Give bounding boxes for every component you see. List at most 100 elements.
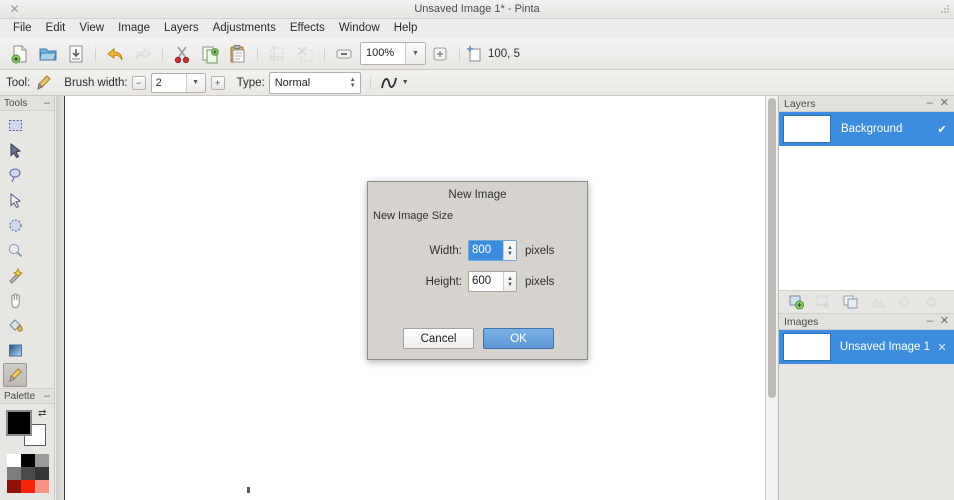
palette-dock: Palette – ⇄ (0, 388, 55, 500)
cancel-button[interactable]: Cancel (403, 328, 474, 349)
undo-icon[interactable] (101, 40, 129, 68)
canvas-vertical-scrollbar-thumb[interactable] (768, 98, 776, 398)
crop-to-selection-icon (263, 40, 291, 68)
menu-edit[interactable]: Edit (39, 19, 73, 38)
height-stepper-arrows[interactable]: ▲ ▼ (503, 272, 516, 291)
menu-window[interactable]: Window (332, 19, 387, 38)
blend-type-value: Normal (274, 76, 311, 89)
menu-adjustments[interactable]: Adjustments (206, 19, 283, 38)
palette-swatch[interactable] (7, 467, 21, 480)
menu-layers[interactable]: Layers (157, 19, 206, 38)
palette-swatch[interactable] (7, 454, 21, 467)
move-selection-tool[interactable] (3, 188, 27, 212)
toolbar-separator (162, 43, 163, 64)
layer-row-background[interactable]: Background ✔ (779, 112, 954, 146)
color-selector: ⇄ (6, 408, 54, 452)
chevron-down-icon[interactable]: ▼ (185, 73, 205, 92)
magic-wand-tool[interactable] (3, 263, 27, 287)
pan-tool[interactable] (3, 288, 27, 312)
image-row-unsaved-image-1[interactable]: Unsaved Image 1 ✕ (779, 330, 954, 364)
palette-swatch[interactable] (35, 454, 49, 467)
width-stepper-arrows[interactable]: ▲ ▼ (503, 241, 516, 260)
paste-icon[interactable] (224, 40, 252, 68)
add-layer-icon[interactable] (784, 292, 808, 312)
brush-width-label: Brush width: (64, 76, 128, 89)
palette-swatch[interactable] (35, 467, 49, 480)
primary-color-swatch[interactable] (6, 410, 32, 436)
cut-icon[interactable] (168, 40, 196, 68)
deselect-all-icon (291, 40, 319, 68)
spinner-arrows-icon[interactable]: ▲ ▼ (350, 77, 360, 89)
zoom-level-value[interactable]: 100% (361, 43, 405, 64)
brush-width-spinner[interactable]: 2 ▼ (150, 72, 206, 93)
blend-type-combobox[interactable]: Normal ▲ ▼ (268, 71, 361, 94)
title-bar: ✕ Unsaved Image 1* - Pinta (0, 0, 954, 19)
tools-panel-minimize-icon[interactable]: – (44, 97, 50, 109)
tools-panel-header: Tools – (0, 96, 54, 111)
window-resize-grip-icon[interactable] (938, 4, 950, 16)
duplicate-layer-icon[interactable] (838, 292, 862, 312)
layers-panel-title: Layers (784, 97, 816, 110)
images-panel-header: Images – ✕ (779, 314, 954, 330)
palette-panel-minimize-icon[interactable]: – (44, 390, 50, 402)
canvas-vertical-scrollbar[interactable] (765, 96, 777, 500)
height-spinner[interactable]: 600 ▲ ▼ (468, 271, 517, 292)
zoom-tool[interactable] (3, 238, 27, 262)
palette-swatch[interactable] (7, 480, 21, 493)
swap-colors-icon[interactable]: ⇄ (38, 408, 50, 420)
width-input[interactable]: 800 (469, 241, 503, 260)
layers-panel-close-icon[interactable]: ✕ (940, 98, 949, 109)
menu-file[interactable]: File (6, 19, 39, 38)
menu-view[interactable]: View (72, 19, 111, 38)
rectangle-select-tool[interactable] (3, 113, 27, 137)
images-panel-minimize-icon[interactable]: – (927, 316, 933, 327)
palette-swatch[interactable] (21, 454, 35, 467)
menu-effects[interactable]: Effects (283, 19, 332, 38)
copy-icon[interactable] (196, 40, 224, 68)
zoom-to-fit-icon[interactable] (426, 40, 454, 68)
brush-width-value[interactable]: 2 (152, 74, 186, 92)
width-field-row: Width: 800 ▲ ▼ pixels (368, 240, 587, 261)
layer-visibility-checkbox[interactable]: ✔ (934, 123, 950, 136)
toolbar-separator (257, 43, 258, 64)
tools-panel-title: Tools (4, 97, 28, 109)
move-selected-tool[interactable] (3, 138, 27, 162)
dialog-button-bar: Cancel OK (368, 328, 589, 349)
layers-action-bar (779, 290, 954, 314)
paintbrush-tool[interactable] (3, 363, 27, 387)
paintbrush-icon (37, 74, 52, 90)
ok-button[interactable]: OK (483, 328, 554, 349)
layers-panel-minimize-icon[interactable]: – (927, 98, 933, 109)
new-image-dialog: New Image New Image Size Width: 800 ▲ ▼ p… (367, 181, 588, 360)
canvas-left-edge (56, 96, 65, 500)
brush-width-decrease-button[interactable]: − (131, 75, 146, 90)
lasso-select-tool[interactable] (3, 163, 27, 187)
save-image-icon[interactable] (62, 40, 90, 68)
ellipse-select-tool[interactable] (3, 213, 27, 237)
palette-swatch[interactable] (35, 480, 49, 493)
width-label: Width: (429, 244, 462, 257)
width-spinner[interactable]: 800 ▲ ▼ (468, 240, 517, 261)
height-input[interactable]: 600 (469, 272, 503, 291)
zoom-out-icon[interactable] (330, 40, 358, 68)
image-close-icon[interactable]: ✕ (934, 341, 950, 354)
palette-swatch[interactable] (21, 480, 35, 493)
layers-list: Background ✔ (779, 112, 954, 290)
menu-help[interactable]: Help (387, 19, 425, 38)
gradient-tool[interactable] (3, 338, 27, 362)
zoom-combobox[interactable]: 100% ▼ (360, 42, 426, 65)
brush-cursor-mark (247, 487, 250, 493)
delete-layer-icon (811, 292, 835, 312)
chevron-down-icon[interactable]: ▼ (402, 79, 409, 86)
dialog-title: New Image (448, 189, 507, 201)
curve-icon[interactable] (380, 75, 398, 91)
images-panel-close-icon[interactable]: ✕ (940, 316, 949, 327)
menu-image[interactable]: Image (111, 19, 157, 38)
palette-swatch[interactable] (21, 467, 35, 480)
move-layer-up-icon (892, 292, 916, 312)
open-image-icon[interactable] (34, 40, 62, 68)
chevron-down-icon[interactable]: ▼ (405, 43, 425, 64)
brush-width-increase-button[interactable]: + (210, 75, 225, 90)
new-image-icon[interactable] (6, 40, 34, 68)
paint-bucket-tool[interactable] (3, 313, 27, 337)
